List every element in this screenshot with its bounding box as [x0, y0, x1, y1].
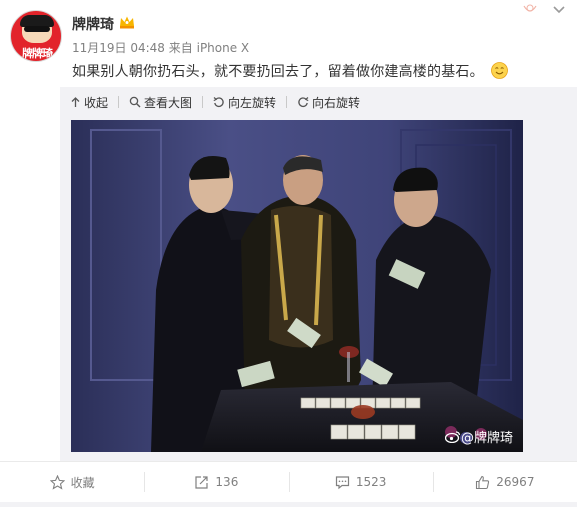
- toolbar-divider: [286, 96, 288, 108]
- rotate-left-icon: [213, 97, 224, 108]
- avatar-text: 牌牌琦: [22, 47, 53, 60]
- rotate-left-button[interactable]: 向左旋转: [213, 94, 276, 111]
- comment-button[interactable]: 1523: [288, 462, 433, 502]
- post-time[interactable]: 11月19日 04:48: [72, 41, 165, 55]
- crown-icon[interactable]: [119, 15, 135, 29]
- like-button[interactable]: 26967: [432, 462, 577, 502]
- favorite-button[interactable]: 收藏: [0, 462, 144, 502]
- view-large-label: 查看大图: [144, 95, 193, 110]
- rotate-left-label: 向左旋转: [228, 95, 277, 110]
- repost-button[interactable]: 136: [144, 462, 288, 502]
- bottom-strip: [0, 502, 577, 507]
- zoom-icon: [129, 96, 141, 108]
- smile-icon: [491, 62, 509, 79]
- chevron-down-icon[interactable]: [551, 4, 567, 16]
- from-label: 来自: [168, 41, 193, 55]
- new-badge-icon: [516, 0, 544, 18]
- collapse-icon: [71, 96, 80, 107]
- view-large-button[interactable]: 查看大图: [129, 94, 192, 111]
- rotate-right-label: 向右旋转: [312, 95, 361, 110]
- weibo-post-card: 牌牌琦 牌牌琦 11月19日 04:48 来自 iPhone X 如果别人朝你扔…: [0, 0, 577, 507]
- avatar[interactable]: 牌牌琦: [10, 10, 62, 62]
- collapse-button[interactable]: 收起: [70, 94, 108, 111]
- favorite-label: 收藏: [70, 475, 95, 490]
- photo-illustration: [71, 120, 523, 452]
- avatar-glasses: [24, 26, 50, 32]
- rotate-right-button[interactable]: 向右旋转: [297, 94, 360, 111]
- media-toolbar: 收起 查看大图 向左旋转 向右旋转: [70, 94, 370, 110]
- collapse-label: 收起: [84, 95, 109, 110]
- toolbar-divider: [202, 96, 204, 108]
- comment-icon: [335, 475, 349, 489]
- watermark-text: @牌牌琦: [460, 431, 513, 446]
- comment-count: 1523: [355, 475, 387, 489]
- user-name[interactable]: 牌牌琦: [72, 14, 114, 34]
- post-device[interactable]: iPhone X: [197, 41, 250, 55]
- post-actions: 收藏 136 1523 26967: [0, 462, 577, 502]
- photo-watermark: @牌牌琦: [444, 427, 513, 446]
- repost-icon: [195, 475, 209, 489]
- toolbar-divider: [118, 96, 120, 108]
- post-photo[interactable]: @牌牌琦: [71, 120, 523, 452]
- like-count: 26967: [496, 475, 535, 489]
- like-icon: [476, 475, 490, 489]
- rotate-right-icon: [298, 97, 309, 108]
- post-content: 如果别人朝你扔石头，就不要扔回去了，留着做你建高楼的基石。: [72, 61, 509, 81]
- star-icon: [49, 474, 65, 490]
- post-meta: 11月19日 04:48 来自 iPhone X: [72, 39, 249, 56]
- weibo-icon: [444, 431, 461, 443]
- repost-count: 136: [215, 475, 239, 489]
- post-text: 如果别人朝你扔石头，就不要扔回去了，留着做你建高楼的基石。: [72, 64, 484, 80]
